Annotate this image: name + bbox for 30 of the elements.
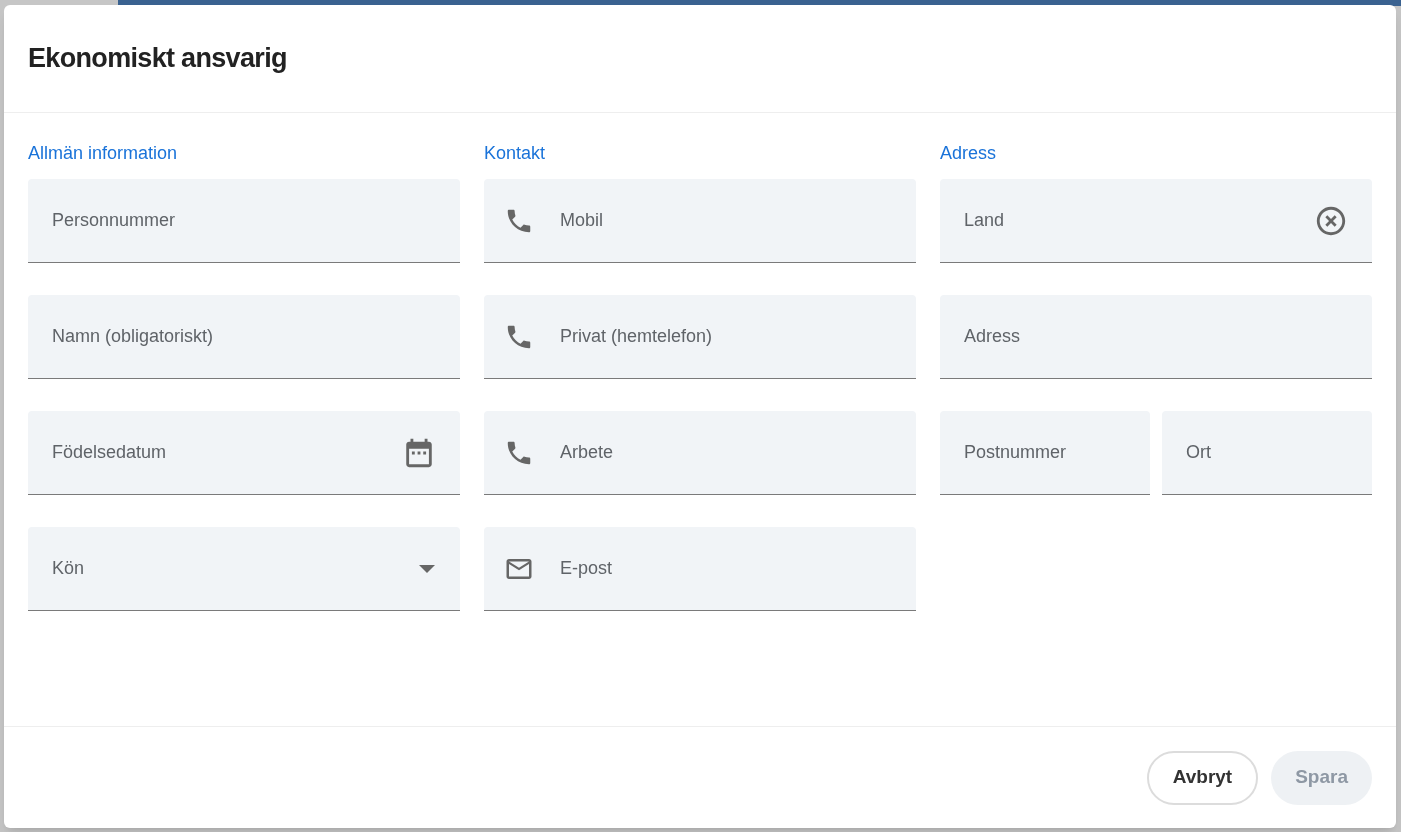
text-input[interactable]: Kön [52, 555, 392, 582]
text-input[interactable]: Mobil [560, 207, 892, 234]
text-input[interactable]: Arbete [560, 439, 892, 466]
text-input[interactable]: Land [964, 207, 1288, 234]
text-input[interactable]: Ort [1186, 439, 1348, 466]
text-input[interactable]: Adress [964, 323, 1348, 350]
section-heading: Adress [940, 142, 997, 165]
cancel-button[interactable]: Avbryt [1146, 750, 1259, 805]
input-field[interactable]: Mobil [484, 179, 916, 263]
select-field[interactable]: Kön [28, 527, 460, 611]
input-field[interactable]: Ort [1162, 411, 1372, 495]
text-input[interactable]: Personnummer [52, 207, 436, 234]
text-input[interactable]: E-post [560, 555, 892, 582]
input-field[interactable]: Personnummer [28, 179, 460, 263]
input-field[interactable]: Land [940, 179, 1372, 263]
text-input[interactable]: Postnummer [964, 439, 1126, 466]
input-field[interactable]: Privat (hemtelefon) [484, 295, 916, 379]
text-input[interactable]: Namn (obligatoriskt) [52, 323, 436, 350]
input-field[interactable]: Postnummer [940, 411, 1150, 495]
input-field[interactable]: Födelsedatum [28, 411, 460, 495]
section-heading: Allmän information [28, 142, 178, 165]
input-field[interactable]: Namn (obligatoriskt) [28, 295, 460, 379]
text-input[interactable]: Födelsedatum [52, 439, 376, 466]
input-field[interactable]: Adress [940, 295, 1372, 379]
input-field[interactable]: E-post [484, 527, 916, 611]
caret-icon[interactable] [418, 563, 436, 574]
text-input[interactable]: Privat (hemtelefon) [560, 323, 892, 350]
dialog-title: Ekonomiskt ansvarig [28, 42, 287, 76]
input-field[interactable]: Arbete [484, 411, 916, 495]
section-heading: Kontakt [484, 142, 546, 165]
